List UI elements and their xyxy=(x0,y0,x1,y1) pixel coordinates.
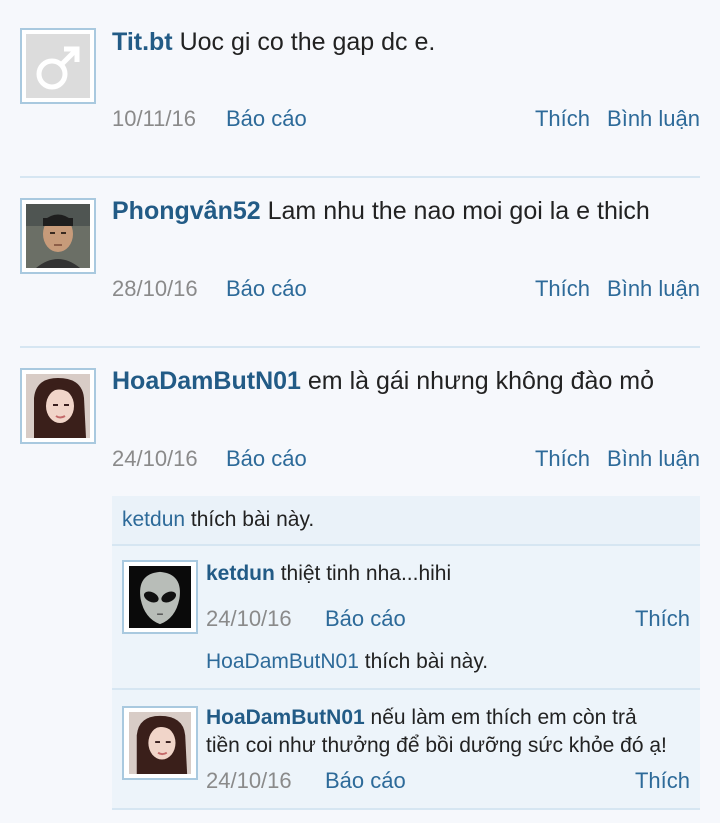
avatar[interactable] xyxy=(20,198,96,274)
user-photo-icon xyxy=(26,204,90,268)
like-link[interactable]: Thích xyxy=(535,106,590,132)
reply-item: HoaDamButN01 nếu làm em thích em còn trả… xyxy=(112,688,700,810)
message-text: em là gái nhưng không đào mỏ xyxy=(307,367,655,395)
comment-link[interactable]: Bình luận xyxy=(607,106,700,132)
post-meta: 24/10/16 Báo cáo Thích Bình luận xyxy=(112,446,700,476)
post-date: 10/11/16 xyxy=(112,106,197,131)
post-text: HoaDamButN01 em là gái nhưng không đào m… xyxy=(112,364,654,398)
liked-by-user-link[interactable]: HoaDamButN01 xyxy=(206,650,359,673)
username-link[interactable]: Phongvân52 xyxy=(112,197,261,225)
liked-text: thích bài này. xyxy=(190,508,315,531)
username-link[interactable]: Tit.bt xyxy=(112,28,173,56)
reply-text: HoaDamButN01 nếu làm em thích em còn trả… xyxy=(206,704,690,760)
report-link[interactable]: Báo cáo xyxy=(325,606,406,632)
male-symbol-icon xyxy=(26,34,90,98)
post-item: Phongvân52 Lam nhu the nao moi goi la e … xyxy=(0,178,720,348)
like-link[interactable]: Thích xyxy=(635,768,690,794)
post-meta: 28/10/16 Báo cáo Thích Bình luận xyxy=(112,276,700,306)
post-date: 24/10/16 xyxy=(112,446,198,471)
report-link[interactable]: Báo cáo xyxy=(226,276,307,302)
reply-date: 24/10/16 xyxy=(206,606,292,631)
liked-by-summary: ketdun thích bài này. xyxy=(112,496,700,544)
report-link[interactable]: Báo cáo xyxy=(226,446,307,472)
user-photo-icon xyxy=(129,712,191,774)
message-text: Uoc gi co the gap dc e. xyxy=(179,28,436,56)
report-link[interactable]: Báo cáo xyxy=(226,106,307,132)
reply-date: 24/10/16 xyxy=(206,768,292,793)
comment-link[interactable]: Bình luận xyxy=(607,446,700,472)
avatar[interactable] xyxy=(20,368,96,444)
alien-icon xyxy=(129,566,191,628)
post-text: Tit.bt Uoc gi co the gap dc e. xyxy=(112,25,435,59)
reply-meta: 24/10/16 Báo cáo Thích xyxy=(206,606,690,636)
reply-meta: 24/10/16 Báo cáo Thích xyxy=(206,768,690,798)
post-item: Tit.bt Uoc gi co the gap dc e. 10/11/16 … xyxy=(0,0,720,178)
user-photo-icon xyxy=(26,374,90,438)
post-text: Phongvân52 Lam nhu the nao moi goi la e … xyxy=(112,194,650,228)
post-item: HoaDamButN01 em là gái nhưng không đào m… xyxy=(0,348,720,823)
like-link[interactable]: Thích xyxy=(535,446,590,472)
message-text: thiệt tinh nha...hihi xyxy=(280,562,452,585)
like-link[interactable]: Thích xyxy=(635,606,690,632)
liked-text: thích bài này. xyxy=(364,650,489,673)
comment-link[interactable]: Bình luận xyxy=(607,276,700,302)
liked-by-summary: HoaDamButN01 thích bài này. xyxy=(206,650,488,674)
reply-item: ketdun thiệt tinh nha...hihi 24/10/16 Bá… xyxy=(112,544,700,690)
message-text: Lam nhu the nao moi goi la e thich xyxy=(267,197,650,225)
report-link[interactable]: Báo cáo xyxy=(325,768,406,794)
liked-by-user-link[interactable]: ketdun xyxy=(122,508,185,531)
message-text: nếu làm em thích em còn trả xyxy=(370,706,637,729)
avatar[interactable] xyxy=(122,706,198,780)
message-text-continued: tiền coi như thưởng để bồi dưỡng sức khỏ… xyxy=(206,734,667,757)
reply-text: ketdun thiệt tinh nha...hihi xyxy=(206,560,690,588)
username-link[interactable]: ketdun xyxy=(206,562,275,585)
username-link[interactable]: HoaDamButN01 xyxy=(206,706,365,729)
like-link[interactable]: Thích xyxy=(535,276,590,302)
avatar[interactable] xyxy=(20,28,96,104)
post-meta: 10/11/16 Báo cáo Thích Bình luận xyxy=(112,106,700,136)
avatar[interactable] xyxy=(122,560,198,634)
username-link[interactable]: HoaDamButN01 xyxy=(112,367,301,395)
post-date: 28/10/16 xyxy=(112,276,198,301)
